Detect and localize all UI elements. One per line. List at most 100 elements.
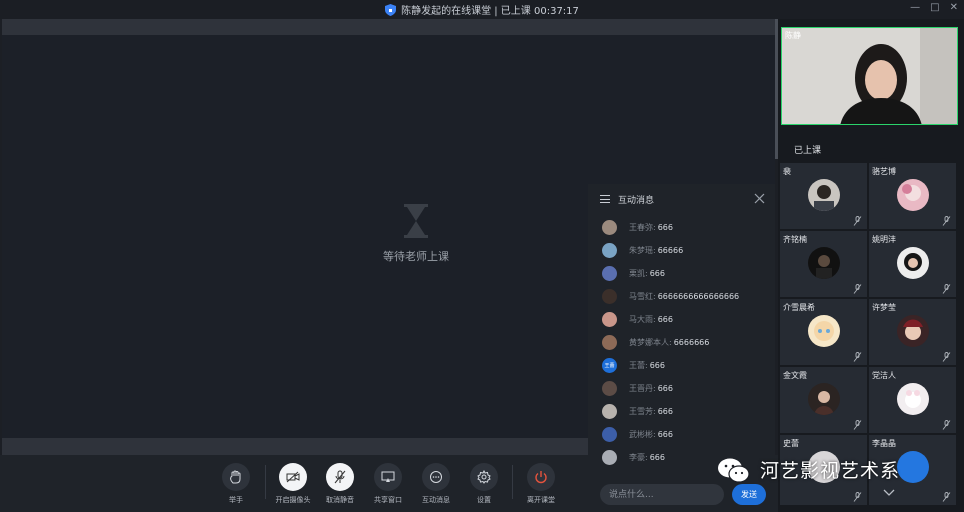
mic-muted-icon [942, 420, 951, 430]
avatar [808, 315, 840, 347]
chat-text: 666 [657, 406, 673, 416]
chat-message: 王雪芳: 666 [602, 403, 673, 419]
chat-text: 666 [657, 222, 673, 232]
chat-text: 666 [649, 268, 665, 278]
student-name: 史蕾 [783, 439, 799, 448]
avatar [808, 383, 840, 415]
shield-icon [385, 3, 397, 16]
unmute-label: 取消静音 [326, 496, 354, 504]
chat-message: 李豪: 666 [602, 449, 665, 465]
student-tile[interactable]: 骆艺博 [869, 163, 956, 229]
chat-text: 666 [649, 452, 665, 462]
chat-text: 666 [657, 314, 673, 324]
gear-icon [477, 470, 491, 484]
avatar [897, 315, 929, 347]
waiting-placeholder: 等待老师上课 [356, 204, 476, 264]
student-name: 许梦莹 [872, 303, 896, 312]
mic-off-icon [334, 470, 346, 484]
avatar [602, 403, 617, 419]
student-tile[interactable]: 齐铭楠 [780, 231, 867, 297]
chat-sender: 武彬彬: [629, 429, 656, 439]
mic-muted-icon [853, 352, 862, 362]
mic-muted-icon [942, 216, 951, 226]
chat-message: 朱梦瑶: 66666 [602, 242, 683, 258]
chat-header: 互动消息 [588, 184, 775, 214]
share-screen-button[interactable]: 共享窗口 [363, 463, 413, 505]
settings-button[interactable]: 设置 [459, 463, 509, 505]
chat-sender: 王晋丹: [629, 383, 656, 393]
student-name: 姚明沣 [872, 235, 896, 244]
mic-muted-icon [853, 284, 862, 294]
chat-toggle-button[interactable]: 互动消息 [411, 463, 461, 505]
unmute-button[interactable]: 取消静音 [315, 463, 365, 505]
student-tile[interactable]: 党洁人 [869, 367, 956, 433]
avatar [897, 383, 929, 415]
send-button[interactable]: 发送 [732, 484, 766, 505]
chevron-down-icon[interactable] [883, 489, 895, 497]
leave-class-label: 离开课堂 [527, 496, 555, 504]
close-window-button[interactable]: ✕ [950, 2, 958, 13]
chat-sender: 李豪: [629, 452, 648, 462]
avatar [602, 242, 617, 258]
student-name: 裴 [783, 167, 791, 176]
raise-hand-label: 举手 [229, 496, 243, 504]
student-tile[interactable]: 姚明沣 [869, 231, 956, 297]
student-tile[interactable]: 介雪晨希 [780, 299, 867, 365]
raise-hand-button[interactable]: 举手 [211, 463, 261, 505]
chat-bubble-icon [430, 471, 442, 483]
chat-text: 666 [657, 383, 673, 393]
student-tile[interactable]: 金文霞 [780, 367, 867, 433]
avatar [808, 179, 840, 211]
camera-button[interactable]: 开启摄像头 [268, 463, 318, 505]
toolbar-divider [265, 465, 266, 499]
student-tile[interactable]: 裴 [780, 163, 867, 229]
chat-title: 互动消息 [618, 195, 655, 206]
screen-share-icon [381, 471, 395, 482]
watermark-text: 河艺影视艺术系 [760, 460, 901, 482]
stage-top-bar [2, 19, 775, 35]
student-name: 齐铭楠 [783, 235, 807, 244]
settings-label: 设置 [477, 496, 491, 504]
chat-toggle-label: 互动消息 [422, 496, 450, 504]
avatar [897, 247, 929, 279]
chat-sender: 朱梦瑶: [629, 245, 656, 255]
chat-text: 666 [649, 360, 665, 370]
chat-sender: 马雪红: [629, 291, 656, 301]
student-tile[interactable]: 许梦莹 [869, 299, 956, 365]
chat-message: 栗凯: 666 [602, 265, 665, 281]
hand-icon [230, 470, 241, 484]
chat-text: 66666 [657, 245, 684, 255]
chat-message: 王蕾 王蕾: 666 [602, 357, 665, 373]
close-icon[interactable] [754, 193, 765, 204]
avatar [808, 247, 840, 279]
student-name: 介雪晨希 [783, 303, 815, 312]
camera-label: 开启摄像头 [275, 496, 311, 504]
hourglass-icon [404, 204, 428, 238]
chat-text: 666 [657, 429, 673, 439]
chat-input[interactable] [600, 484, 724, 505]
chat-sender: 王雪芳: [629, 406, 656, 416]
avatar [602, 311, 617, 327]
avatar [602, 288, 617, 304]
chat-sender: 栗凯: [629, 268, 648, 278]
waiting-text: 等待老师上课 [383, 250, 449, 263]
avatar [602, 426, 617, 442]
menu-icon[interactable] [600, 195, 610, 203]
maximize-button[interactable]: □ [930, 2, 939, 13]
mic-muted-icon [853, 420, 862, 430]
leave-class-button[interactable]: 离开课堂 [516, 463, 566, 505]
share-screen-label: 共享窗口 [374, 496, 402, 504]
watermark: 河艺影视艺术系 [716, 456, 900, 483]
avatar: 王蕾 [602, 357, 617, 373]
minimize-button[interactable]: — [910, 2, 920, 13]
mic-muted-icon [942, 284, 951, 294]
title-bar: 陈静发起的在线课堂 | 已上课 00:37:17 — □ ✕ [0, 0, 964, 19]
chat-message: 黄梦娜本人: 6666666 [602, 334, 709, 350]
camera-off-icon [286, 471, 300, 483]
avatar [897, 179, 929, 211]
chat-message: 马大雨: 666 [602, 311, 673, 327]
avatar [602, 380, 617, 396]
chat-sender: 马大雨: [629, 314, 656, 324]
chat-message: 王春弥: 666 [602, 219, 673, 235]
teacher-video: 陈静 [781, 27, 958, 125]
